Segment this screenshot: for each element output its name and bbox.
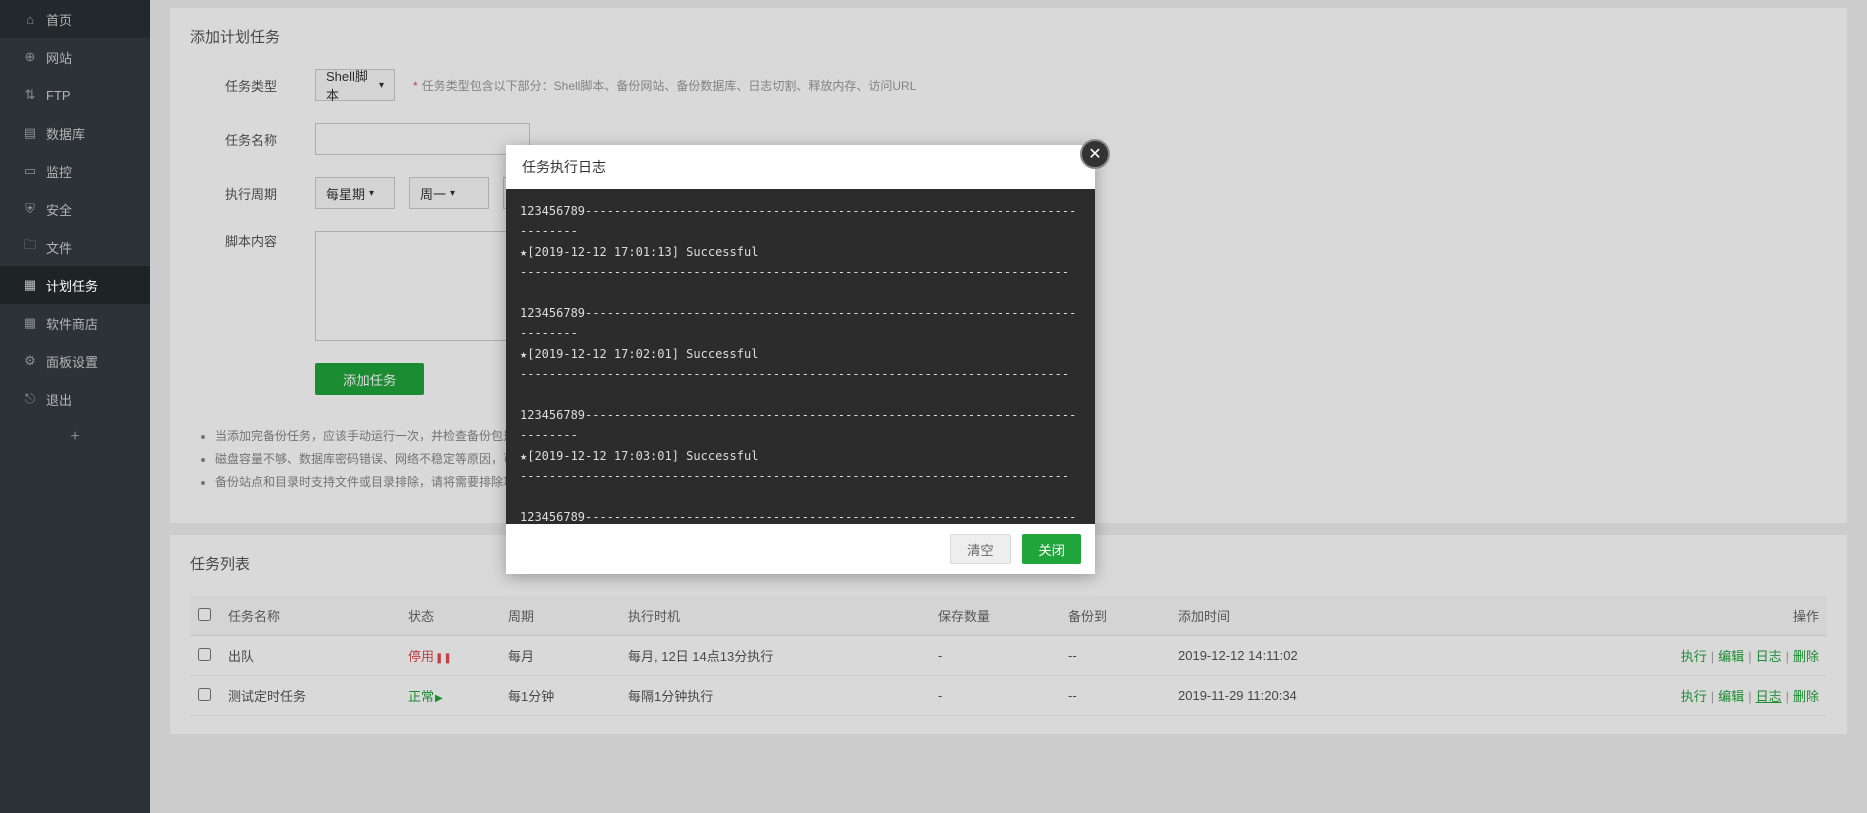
sidebar-item-files[interactable]: 🗀 文件 [0,228,150,266]
sidebar-item-ftp[interactable]: ⇅ FTP [0,76,150,114]
sidebar-item-home[interactable]: ⌂ 首页 [0,0,150,38]
sidebar-add[interactable]: + [0,418,150,456]
monitor-icon: ▭ [22,163,38,179]
clear-log-button[interactable]: 清空 [950,534,1011,564]
log-output[interactable]: 123456789-------------------------------… [506,189,1095,524]
sidebar-label: 数据库 [46,124,85,143]
sidebar-label: 首页 [46,10,72,29]
close-icon: ✕ [1088,144,1101,164]
sidebar-item-security[interactable]: ⛨ 安全 [0,190,150,228]
sidebar-label: 面板设置 [46,352,98,371]
sidebar-label: 退出 [46,390,72,409]
sidebar-item-software[interactable]: ▦ 软件商店 [0,304,150,342]
sidebar-label: 软件商店 [46,314,98,333]
sidebar-label: FTP [46,88,71,103]
folder-icon: 🗀 [22,239,38,255]
modal-title: 任务执行日志 [506,145,1095,189]
sidebar-label: 监控 [46,162,72,181]
database-icon: ▤ [22,125,38,141]
home-icon: ⌂ [22,11,38,27]
sidebar-item-settings[interactable]: ⚙ 面板设置 [0,342,150,380]
apps-icon: ▦ [22,315,38,331]
globe-icon: ⊕ [22,49,38,65]
sidebar-item-site[interactable]: ⊕ 网站 [0,38,150,76]
sidebar: ⌂ 首页 ⊕ 网站 ⇅ FTP ▤ 数据库 ▭ 监控 ⛨ 安全 🗀 文件 ▦ 计划任务 ▦ 软件商… [0,0,150,813]
sidebar-label: 安全 [46,200,72,219]
sidebar-label: 计划任务 [46,276,98,295]
sidebar-label: 网站 [46,48,72,67]
sidebar-item-cron[interactable]: ▦ 计划任务 [0,266,150,304]
sidebar-label: 文件 [46,238,72,257]
sidebar-item-database[interactable]: ▤ 数据库 [0,114,150,152]
cron-icon: ▦ [22,277,38,293]
shield-icon: ⛨ [22,201,38,217]
ftp-icon: ⇅ [22,87,38,103]
gear-icon: ⚙ [22,353,38,369]
close-log-button[interactable]: 关闭 [1022,534,1081,564]
sidebar-item-logout[interactable]: ⎋ 退出 [0,380,150,418]
log-modal: ✕ 任务执行日志 123456789----------------------… [506,145,1095,574]
exit-icon: ⎋ [22,391,38,407]
modal-close-button[interactable]: ✕ [1080,139,1110,169]
sidebar-item-monitor[interactable]: ▭ 监控 [0,152,150,190]
